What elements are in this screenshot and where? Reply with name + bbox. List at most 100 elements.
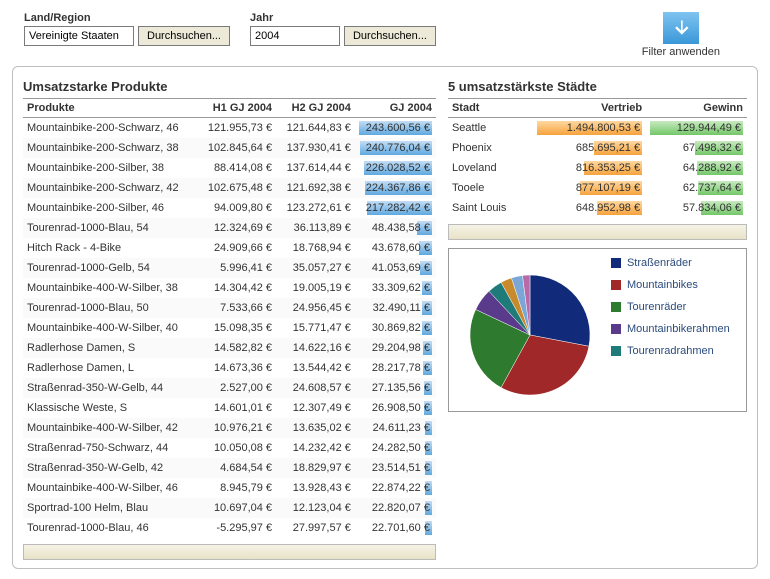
product-total: 22.701,60 € <box>355 518 436 538</box>
country-browse-button[interactable]: Durchsuchen... <box>138 26 230 46</box>
product-name: Mountainbike-200-Silber, 46 <box>23 198 197 218</box>
product-total: 24.611,23 € <box>355 418 436 438</box>
arrow-down-icon <box>663 12 699 44</box>
city-sales: 816.353,25 € <box>533 158 646 178</box>
product-name: Straßenrad-350-W-Gelb, 44 <box>23 378 197 398</box>
product-name: Straßenrad-750-Schwarz, 44 <box>23 438 197 458</box>
pie-legend: StraßenräderMountainbikesTourenräderMoun… <box>611 257 730 357</box>
product-name: Tourenrad-1000-Blau, 54 <box>23 218 197 238</box>
cities-table: Stadt Vertrieb Gewinn Seattle1.494.800,5… <box>448 98 747 218</box>
product-h1: 88.414,08 € <box>197 158 276 178</box>
city-profit: 62.737,64 € <box>646 178 747 198</box>
city-sales: 877.107,19 € <box>533 178 646 198</box>
product-name: Mountainbike-400-W-Silber, 40 <box>23 318 197 338</box>
table-row: Tooele877.107,19 €62.737,64 € <box>448 178 747 198</box>
product-h1: 102.845,64 € <box>197 138 276 158</box>
table-row: Mountainbike-200-Silber, 4694.009,80 €12… <box>23 198 436 218</box>
table-row: Radlerhose Damen, S14.582,82 €14.622,16 … <box>23 338 436 358</box>
table-row: Tourenrad-1000-Gelb, 545.996,41 €35.057,… <box>23 258 436 278</box>
table-row: Straßenrad-350-W-Gelb, 442.527,00 €24.60… <box>23 378 436 398</box>
city-sales: 1.494.800,53 € <box>533 118 646 139</box>
table-row: Seattle1.494.800,53 €129.944,49 € <box>448 118 747 139</box>
product-h2: 14.232,42 € <box>276 438 355 458</box>
product-h2: 137.930,41 € <box>276 138 355 158</box>
city-profit: 129.944,49 € <box>646 118 747 139</box>
city-name: Phoenix <box>448 138 533 158</box>
table-row: Straßenrad-350-W-Gelb, 424.684,54 €18.82… <box>23 458 436 478</box>
table-row: Phoenix685.695,21 €67.498,32 € <box>448 138 747 158</box>
city-profit: 67.498,32 € <box>646 138 747 158</box>
product-total: 41.053,69 € <box>355 258 436 278</box>
table-row: Mountainbike-400-W-Silber, 3814.304,42 €… <box>23 278 436 298</box>
product-total: 43.678,60 € <box>355 238 436 258</box>
table-row: Straßenrad-750-Schwarz, 4410.050,08 €14.… <box>23 438 436 458</box>
table-row: Saint Louis648.952,98 €57.834,06 € <box>448 198 747 218</box>
product-h1: 14.601,01 € <box>197 398 276 418</box>
table-row: Mountainbike-200-Silber, 3888.414,08 €13… <box>23 158 436 178</box>
legend-label: Mountainbikerahmen <box>627 323 730 335</box>
col-product: Produkte <box>23 99 197 118</box>
filter-bar: Land/Region Durchsuchen... Jahr Durchsuc… <box>0 0 770 62</box>
products-footer-bar <box>23 544 436 560</box>
col-h1: H1 GJ 2004 <box>197 99 276 118</box>
product-total: 224.367,86 € <box>355 178 436 198</box>
col-profit: Gewinn <box>646 99 747 118</box>
product-name: Mountainbike-200-Schwarz, 42 <box>23 178 197 198</box>
product-h2: 13.928,43 € <box>276 478 355 498</box>
product-name: Hitch Rack - 4-Bike <box>23 238 197 258</box>
product-name: Mountainbike-200-Silber, 38 <box>23 158 197 178</box>
product-name: Mountainbike-200-Schwarz, 46 <box>23 118 197 139</box>
cities-footer-bar <box>448 224 747 240</box>
country-input[interactable] <box>24 26 134 46</box>
table-row: Tourenrad-1000-Blau, 5412.324,69 €36.113… <box>23 218 436 238</box>
product-total: 217.282,42 € <box>355 198 436 218</box>
product-h1: 10.050,08 € <box>197 438 276 458</box>
col-city: Stadt <box>448 99 533 118</box>
table-row: Tourenrad-1000-Blau, 46-5.295,97 €27.997… <box>23 518 436 538</box>
pie-chart-box: StraßenräderMountainbikesTourenräderMoun… <box>448 248 747 412</box>
product-total: 26.908,50 € <box>355 398 436 418</box>
products-title: Umsatzstarke Produkte <box>23 77 436 98</box>
col-sales: Vertrieb <box>533 99 646 118</box>
product-total: 29.204,98 € <box>355 338 436 358</box>
table-row: Sportrad-100 Helm, Blau10.697,04 €12.123… <box>23 498 436 518</box>
city-sales: 648.952,98 € <box>533 198 646 218</box>
table-row: Mountainbike-200-Schwarz, 38102.845,64 €… <box>23 138 436 158</box>
product-total: 30.869,82 € <box>355 318 436 338</box>
apply-filter-button[interactable]: Filter anwenden <box>642 12 720 58</box>
product-h2: 18.768,94 € <box>276 238 355 258</box>
col-h2: H2 GJ 2004 <box>276 99 355 118</box>
product-h2: 13.544,42 € <box>276 358 355 378</box>
product-h1: 5.996,41 € <box>197 258 276 278</box>
product-h1: 8.945,79 € <box>197 478 276 498</box>
product-h1: 2.527,00 € <box>197 378 276 398</box>
product-h1: -5.295,97 € <box>197 518 276 538</box>
table-row: Mountainbike-400-W-Silber, 4015.098,35 €… <box>23 318 436 338</box>
table-row: Loveland816.353,25 €64.288,92 € <box>448 158 747 178</box>
table-row: Mountainbike-400-W-Silber, 468.945,79 €1… <box>23 478 436 498</box>
year-browse-button[interactable]: Durchsuchen... <box>344 26 436 46</box>
product-h1: 121.955,73 € <box>197 118 276 139</box>
legend-swatch <box>611 258 621 268</box>
product-name: Tourenrad-1000-Gelb, 54 <box>23 258 197 278</box>
product-name: Straßenrad-350-W-Gelb, 42 <box>23 458 197 478</box>
table-row: Mountainbike-200-Schwarz, 46121.955,73 €… <box>23 118 436 139</box>
product-h2: 121.644,83 € <box>276 118 355 139</box>
product-name: Radlerhose Damen, L <box>23 358 197 378</box>
table-row: Radlerhose Damen, L14.673,36 €13.544,42 … <box>23 358 436 378</box>
product-h1: 14.304,42 € <box>197 278 276 298</box>
product-h2: 12.307,49 € <box>276 398 355 418</box>
product-h1: 4.684,54 € <box>197 458 276 478</box>
product-name: Mountainbike-400-W-Silber, 46 <box>23 478 197 498</box>
table-row: Klassische Weste, S14.601,01 €12.307,49 … <box>23 398 436 418</box>
city-profit: 57.834,06 € <box>646 198 747 218</box>
city-name: Seattle <box>448 118 533 139</box>
legend-swatch <box>611 280 621 290</box>
product-h1: 15.098,35 € <box>197 318 276 338</box>
apply-filter-label: Filter anwenden <box>642 46 720 58</box>
city-profit: 64.288,92 € <box>646 158 747 178</box>
year-input[interactable] <box>250 26 340 46</box>
product-total: 226.028,52 € <box>355 158 436 178</box>
product-h1: 7.533,66 € <box>197 298 276 318</box>
city-name: Loveland <box>448 158 533 178</box>
